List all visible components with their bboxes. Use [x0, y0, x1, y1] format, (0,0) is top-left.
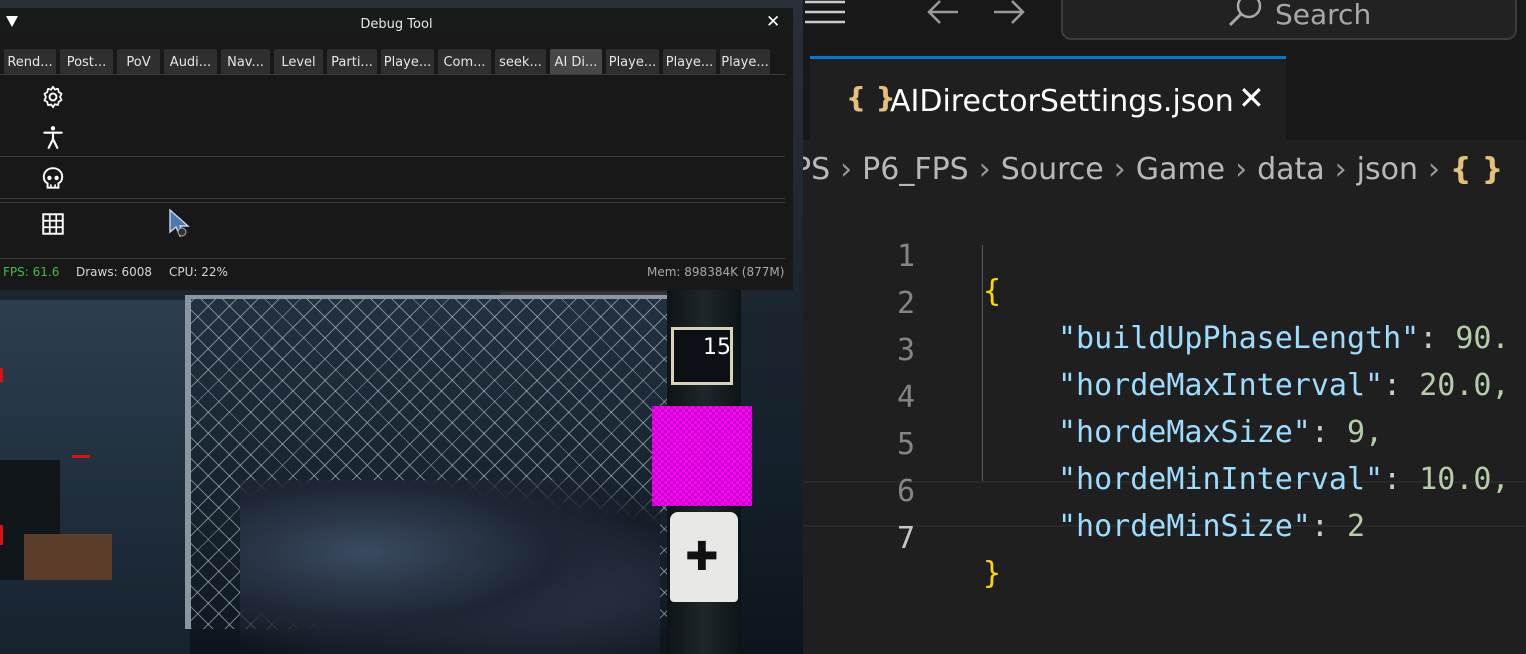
code-line[interactable]: 7 } — [803, 486, 1001, 591]
menu-icon[interactable] — [803, 0, 849, 30]
json-key: "hordeMinSize" — [1058, 509, 1311, 544]
debug-tool-titlebar[interactable]: Debug Tool ✕ — [0, 8, 793, 41]
divider — [0, 258, 785, 259]
breadcrumb-item[interactable]: PS — [803, 152, 830, 187]
missing-texture-block — [652, 406, 752, 506]
cpu-readout: CPU: 22% — [169, 265, 228, 279]
tab-post[interactable]: Post... — [60, 49, 113, 75]
grid-icon[interactable] — [40, 211, 66, 237]
code-line[interactable]: 5 "hordeMinInterval": 10.0, — [803, 392, 1510, 497]
red-marker — [0, 368, 3, 382]
tab-nav[interactable]: Nav... — [221, 49, 270, 75]
close-tab-icon[interactable]: ✕ — [1238, 79, 1265, 117]
code-editor-window[interactable]: Search { } AIDirectorSettings.json ✕ PS ›… — [803, 0, 1526, 654]
debug-tab-bar: Rend... Post... PoV Audi... Nav... Level… — [4, 49, 770, 75]
mouse-cursor-icon — [169, 208, 190, 237]
cardboard-box — [24, 534, 112, 580]
tab-aidirectorsettings-json[interactable]: { } AIDirectorSettings.json ✕ — [810, 56, 1286, 140]
command-search-box[interactable]: Search — [1061, 0, 1517, 40]
editor-title-bar: Search — [803, 0, 1526, 56]
code-text: { — [983, 274, 1002, 309]
trash-bags — [240, 480, 660, 654]
search-placeholder: Search — [1275, 0, 1372, 31]
json-value: 2 — [1347, 509, 1366, 544]
red-marker — [0, 525, 3, 545]
tab-player-2[interactable]: Playe... — [606, 49, 659, 75]
fps-readout: FPS: 61.6 — [3, 265, 60, 279]
debug-tool-title: Debug Tool — [360, 17, 433, 32]
code-text: } — [983, 556, 1002, 591]
person-icon[interactable] — [40, 124, 66, 150]
divider — [0, 156, 785, 157]
memory-readout: Mem: 898384K (877M) — [647, 265, 785, 279]
json-file-icon: { } — [846, 81, 896, 114]
tab-rendering[interactable]: Rend... — [4, 49, 56, 75]
ammo-screen-value: 15 — [703, 335, 731, 360]
editor-tab-row: { } AIDirectorSettings.json ✕ — [803, 56, 1526, 140]
code-line[interactable]: 2 "buildUpPhaseLength": 90. — [803, 251, 1510, 356]
tab-com[interactable]: Com... — [438, 49, 491, 75]
json-value: 20.0, — [1419, 368, 1510, 403]
close-icon[interactable]: ✕ — [766, 12, 780, 32]
chevron-right-icon: › — [1235, 152, 1248, 187]
tab-player-4[interactable]: Playe... — [720, 49, 770, 75]
medkit-cross-icon: ✚ — [685, 534, 719, 580]
tab-audio[interactable]: Audi... — [164, 49, 217, 75]
search-icon — [1228, 0, 1262, 27]
divider — [0, 74, 785, 75]
json-value: 90. — [1455, 321, 1510, 356]
breadcrumb: PS › P6_FPS › Source › Game › data › json › { } — [803, 152, 1503, 187]
code-line[interactable]: 1 { — [803, 204, 1001, 309]
json-file-icon: { } — [1450, 152, 1504, 187]
breadcrumb-item[interactable]: data — [1257, 152, 1325, 187]
json-key: "buildUpPhaseLength" — [1058, 321, 1420, 356]
json-value: 9, — [1347, 415, 1384, 450]
tab-player-3[interactable]: Playe... — [663, 49, 716, 75]
chevron-right-icon: › — [1334, 152, 1347, 187]
json-value: 10.0, — [1419, 462, 1510, 497]
tab-seek[interactable]: seek... — [495, 49, 546, 75]
tab-pov[interactable]: PoV — [117, 49, 160, 75]
code-line[interactable]: 4 "hordeMaxSize": 9, — [803, 345, 1383, 450]
debug-tool-window[interactable]: Debug Tool ✕ Rend... Post... PoV Audi...… — [0, 8, 793, 290]
tab-level[interactable]: Level — [274, 49, 323, 75]
breadcrumb-item[interactable]: json — [1357, 152, 1418, 187]
breadcrumb-item[interactable]: P6_FPS — [862, 152, 969, 187]
json-key: "hordeMaxInterval" — [1058, 368, 1384, 403]
code-line[interactable]: 6 "hordeMinSize": 2 — [803, 439, 1365, 544]
tab-filename: AIDirectorSettings.json — [890, 84, 1234, 119]
skull-icon[interactable] — [40, 166, 66, 192]
draws-readout: Draws: 6008 — [76, 265, 152, 279]
json-key: "hordeMaxSize" — [1058, 415, 1311, 450]
line-number: 7 — [896, 521, 915, 556]
divider — [0, 198, 785, 199]
json-key: "hordeMinInterval" — [1058, 462, 1384, 497]
code-line[interactable]: 3 "hordeMaxInterval": 20.0, — [803, 298, 1510, 403]
back-arrow-icon[interactable] — [925, 0, 961, 28]
breadcrumb-item[interactable]: Source — [1001, 152, 1104, 187]
red-marker — [72, 455, 90, 458]
tab-player-1[interactable]: Playe... — [381, 49, 434, 75]
chevron-right-icon: › — [840, 152, 853, 187]
divider — [0, 202, 785, 203]
forward-arrow-icon[interactable] — [991, 0, 1027, 28]
gear-icon[interactable] — [40, 84, 66, 110]
breadcrumb-item[interactable]: Game — [1136, 152, 1225, 187]
chevron-right-icon: › — [1428, 152, 1440, 187]
tab-particles[interactable]: Parti... — [327, 49, 377, 75]
chevron-right-icon: › — [1113, 152, 1126, 187]
chevron-right-icon: › — [978, 152, 991, 187]
tab-ai-director[interactable]: AI Di... — [550, 49, 602, 75]
